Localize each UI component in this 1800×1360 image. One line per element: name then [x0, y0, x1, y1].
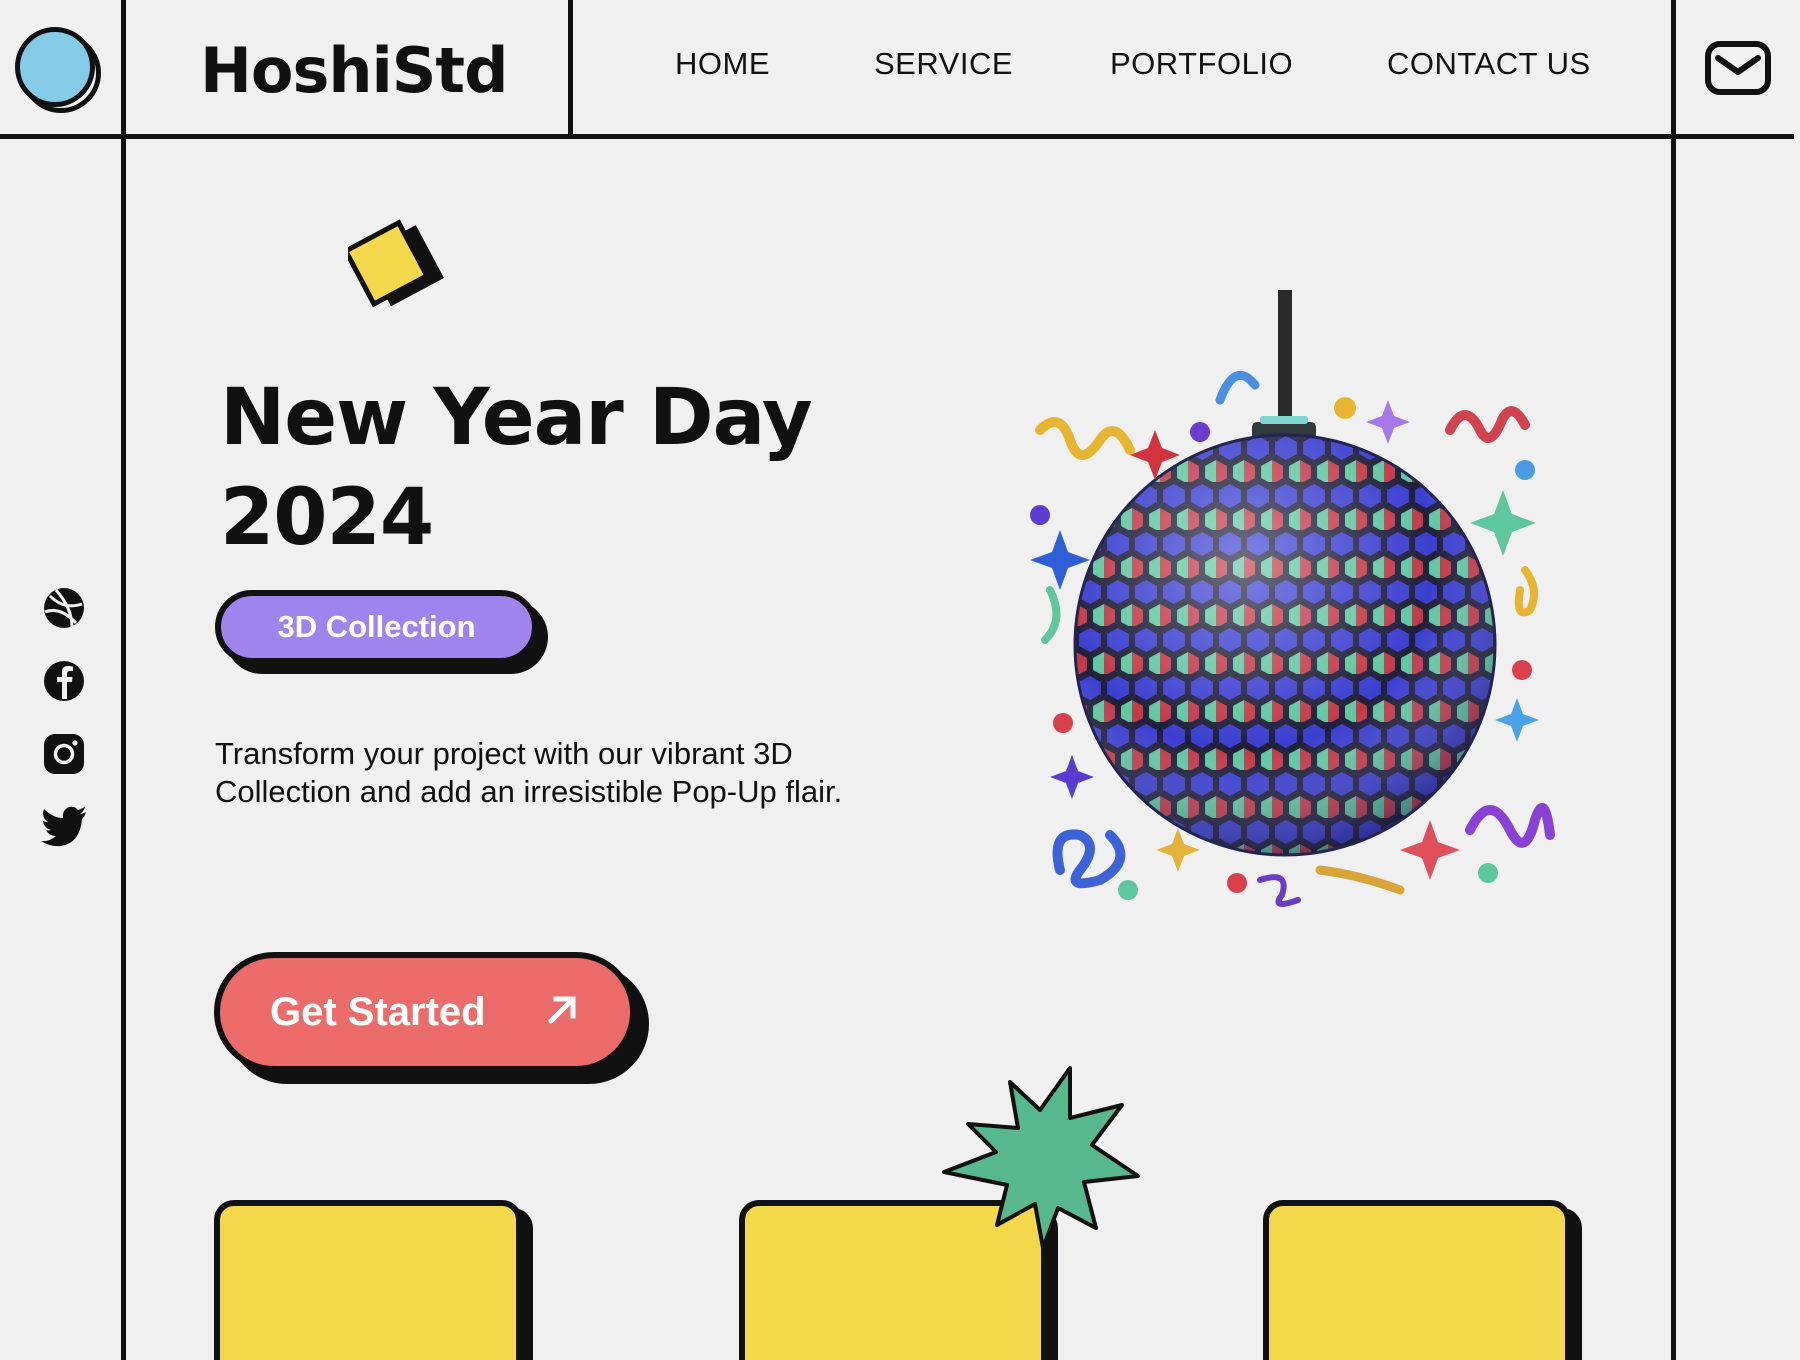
- frame-right-line: [1671, 0, 1676, 1360]
- nav-portfolio[interactable]: PORTFOLIO: [1110, 46, 1293, 82]
- twitter-icon[interactable]: [40, 806, 88, 850]
- mail-icon[interactable]: [1704, 40, 1772, 96]
- dribbble-icon[interactable]: [42, 586, 86, 630]
- frame-left-line: [121, 0, 126, 1360]
- instagram-icon[interactable]: [42, 732, 86, 776]
- starburst-shape: [940, 1060, 1146, 1260]
- hero-title-line-1: New Year Day: [220, 373, 813, 463]
- main-nav: HOME SERVICE PORTFOLIO CONTACT US: [0, 46, 1800, 90]
- disco-ball-illustration: [1020, 290, 1580, 930]
- feature-card-3[interactable]: [1263, 1200, 1583, 1360]
- nav-contact-us[interactable]: CONTACT US: [1387, 46, 1591, 82]
- get-started-button[interactable]: Get Started: [214, 952, 649, 1084]
- collection-tag[interactable]: 3D Collection: [215, 590, 548, 674]
- hero-title-line-2: 2024: [220, 473, 434, 563]
- arrow-up-right-icon: [544, 992, 580, 1028]
- nav-service[interactable]: SERVICE: [874, 46, 1013, 82]
- facebook-icon[interactable]: [42, 659, 86, 703]
- feature-card-1[interactable]: [214, 1200, 534, 1360]
- collection-tag-label: 3D Collection: [277, 609, 476, 644]
- hero-title: New Year Day 2024: [220, 368, 920, 568]
- decorative-square-shape: [342, 212, 458, 322]
- get-started-label: Get Started: [270, 990, 486, 1034]
- hero-description: Transform your project with our vibrant …: [215, 736, 843, 809]
- nav-home[interactable]: HOME: [675, 46, 770, 82]
- header-bottom-line: [0, 134, 1794, 139]
